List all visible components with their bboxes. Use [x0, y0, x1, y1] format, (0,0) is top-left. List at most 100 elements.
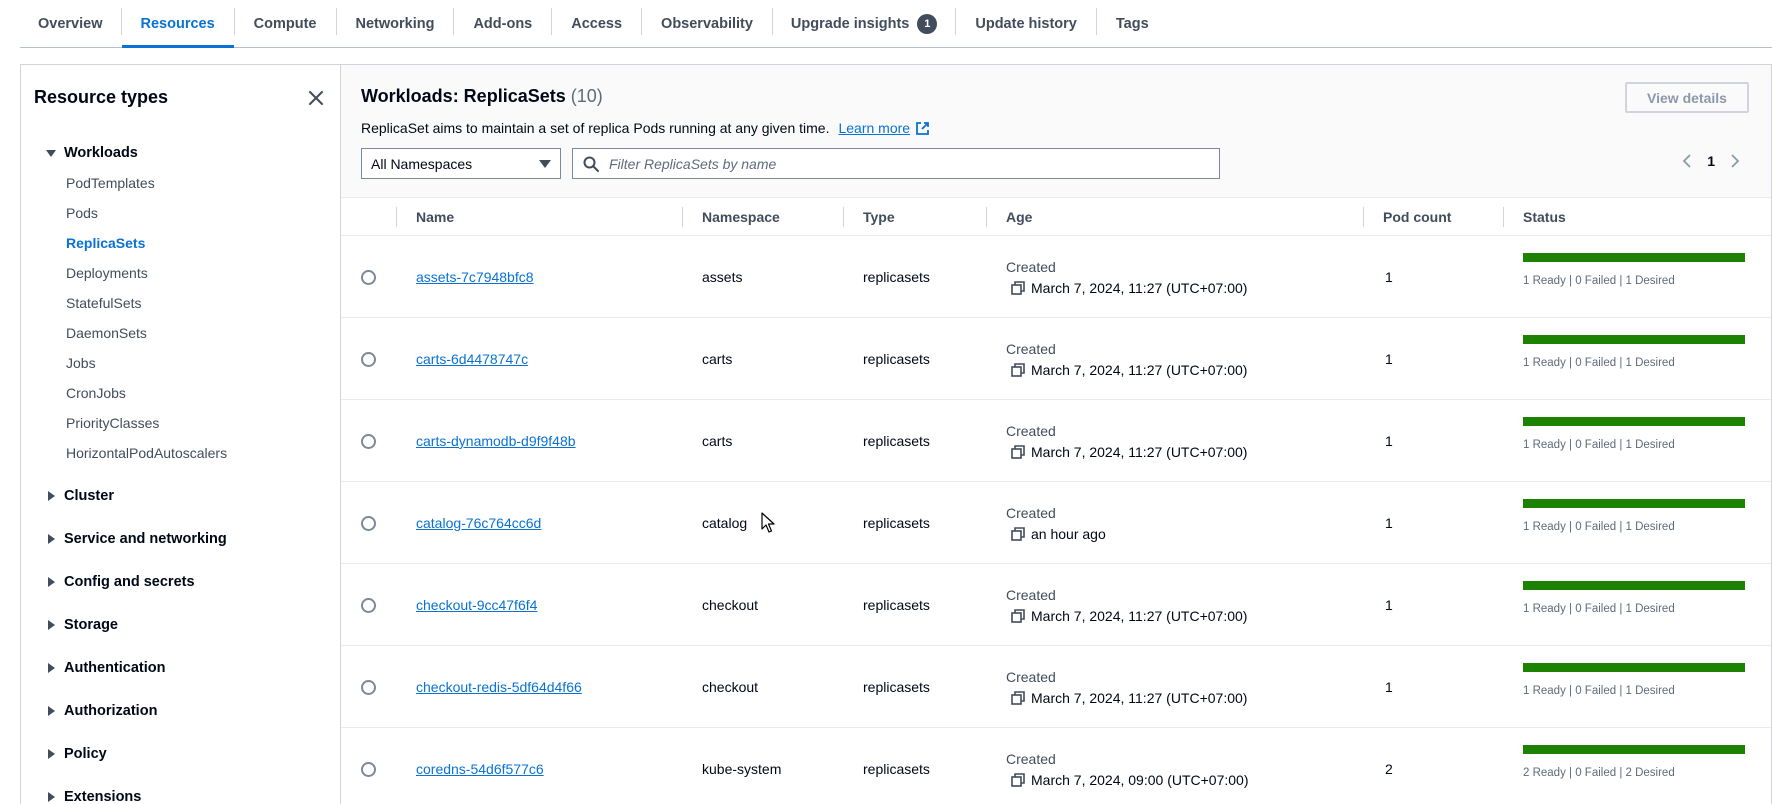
status-text: 1 Ready | 0 Failed | 1 Desired: [1523, 603, 1675, 615]
status-cell: 1 Ready | 0 Failed | 1 Desired: [1523, 417, 1745, 451]
type-cell: replicasets: [863, 433, 930, 449]
replicaset-link[interactable]: assets-7c7948bfc8: [416, 269, 534, 285]
age-date: March 7, 2024, 11:27 (UTC+07:00): [1006, 608, 1247, 624]
tab-add-ons[interactable]: Add-ons: [454, 0, 551, 47]
learn-more-link[interactable]: Learn more: [838, 120, 930, 136]
pod-count-cell: 1: [1385, 351, 1393, 367]
replicaset-link[interactable]: carts-6d4478747c: [416, 351, 528, 367]
table-row: carts-dynamodb-d9f9f48b carts replicasets C…: [341, 400, 1771, 482]
namespace-cell: catalog: [702, 515, 748, 531]
column-header-type[interactable]: Type: [863, 198, 895, 236]
status-progress-fill: [1523, 499, 1745, 508]
column-header-namespace[interactable]: Namespace: [702, 198, 780, 236]
age-cell: Created March 7, 2024, 11:27 (UTC+07:00): [1006, 318, 1247, 400]
tree-group-storage[interactable]: Storage: [46, 603, 340, 646]
tab-access[interactable]: Access: [552, 0, 641, 47]
replicasets-panel: Workloads: ReplicaSets (10) ReplicaSet a…: [340, 64, 1772, 804]
copy-icon[interactable]: [1011, 280, 1025, 295]
row-select-radio[interactable]: [361, 680, 376, 695]
tree-item-podtemplates[interactable]: PodTemplates: [66, 168, 340, 198]
tree-group-policy[interactable]: Policy: [46, 732, 340, 775]
tree-item-pods[interactable]: Pods: [66, 198, 340, 228]
age-cell: Created March 7, 2024, 11:27 (UTC+07:00): [1006, 564, 1247, 646]
row-select-radio[interactable]: [361, 352, 376, 367]
status-text: 1 Ready | 0 Failed | 1 Desired: [1523, 275, 1675, 287]
tree-item-deployments[interactable]: Deployments: [66, 258, 340, 288]
row-select-radio[interactable]: [361, 270, 376, 285]
tree-item-daemonsets[interactable]: DaemonSets: [66, 318, 340, 348]
search-input[interactable]: [609, 155, 1189, 172]
name-cell: checkout-redis-5df64d4f66: [416, 646, 582, 728]
view-details-button[interactable]: View details: [1625, 82, 1749, 113]
panel-header: Workloads: ReplicaSets (10) ReplicaSet a…: [341, 65, 1771, 197]
tree-group-label: Policy: [64, 745, 107, 762]
tree-group-workloads[interactable]: Workloads: [46, 143, 340, 163]
replicaset-link[interactable]: catalog-76c764cc6d: [416, 515, 541, 531]
row-select-radio[interactable]: [361, 516, 376, 531]
copy-icon[interactable]: [1011, 608, 1025, 623]
name-cell: assets-7c7948bfc8: [416, 236, 534, 318]
tab-label: Upgrade insights: [790, 15, 910, 32]
chevron-left-icon[interactable]: [1681, 153, 1693, 169]
tree-group-extensions[interactable]: Extensions: [46, 775, 340, 804]
tree-item-priorityclasses[interactable]: PriorityClasses: [66, 408, 340, 438]
tree-item-cronjobs[interactable]: CronJobs: [66, 378, 340, 408]
row-select-radio[interactable]: [361, 434, 376, 449]
tree-item-statefulsets[interactable]: StatefulSets: [66, 288, 340, 318]
tab-upgrade-insights[interactable]: Upgrade insights 1: [773, 0, 955, 47]
tree-group-authentication[interactable]: Authentication: [46, 646, 340, 689]
name-cell: catalog-76c764cc6d: [416, 482, 541, 564]
namespace-select[interactable]: All Namespaces: [361, 148, 561, 179]
tree-item-horizontalpodautoscalers[interactable]: HorizontalPodAutoscalers: [66, 438, 340, 468]
column-header-status[interactable]: Status: [1523, 198, 1566, 236]
page-title: Workloads: ReplicaSets (10): [361, 86, 603, 107]
tree-item-jobs[interactable]: Jobs: [66, 348, 340, 378]
tree-group-config-and-secrets[interactable]: Config and secrets: [46, 560, 340, 603]
copy-icon[interactable]: [1011, 690, 1025, 705]
tree-group-authorization[interactable]: Authorization: [46, 689, 340, 732]
copy-icon[interactable]: [1011, 444, 1025, 459]
search-box[interactable]: [572, 148, 1220, 179]
current-page[interactable]: 1: [1707, 153, 1715, 169]
status-text: 2 Ready | 0 Failed | 2 Desired: [1523, 767, 1675, 779]
replicaset-link[interactable]: checkout-redis-5df64d4f66: [416, 679, 582, 695]
pod-count-cell: 1: [1385, 433, 1393, 449]
status-progress-bar: [1523, 335, 1745, 344]
close-icon[interactable]: [307, 89, 325, 107]
column-header-age[interactable]: Age: [1006, 198, 1032, 236]
status-progress-bar: [1523, 253, 1745, 262]
status-text: 1 Ready | 0 Failed | 1 Desired: [1523, 685, 1675, 697]
column-header-pod-count[interactable]: Pod count: [1383, 198, 1451, 236]
age-date: March 7, 2024, 11:27 (UTC+07:00): [1006, 362, 1247, 378]
replicaset-link[interactable]: coredns-54d6f577c6: [416, 761, 544, 777]
copy-icon[interactable]: [1011, 772, 1025, 787]
replicaset-link[interactable]: carts-dynamodb-d9f9f48b: [416, 433, 576, 449]
table-row: carts-6d4478747c carts replicasets Created M…: [341, 318, 1771, 400]
tab-networking[interactable]: Networking: [337, 0, 454, 47]
copy-icon[interactable]: [1011, 362, 1025, 377]
age-label: Created: [1006, 504, 1056, 521]
name-cell: carts-dynamodb-d9f9f48b: [416, 400, 576, 482]
column-divider: [682, 207, 683, 227]
tree-group-service-and-networking[interactable]: Service and networking: [46, 517, 340, 560]
status-cell: 2 Ready | 0 Failed | 2 Desired: [1523, 745, 1745, 779]
tree-group-cluster[interactable]: Cluster: [46, 474, 340, 517]
row-select-radio[interactable]: [361, 762, 376, 777]
tab-tags[interactable]: Tags: [1097, 0, 1168, 47]
tree-item-replicasets[interactable]: ReplicaSets: [66, 228, 340, 258]
tab-observability[interactable]: Observability: [642, 0, 772, 47]
sidebar-title: Resource types: [34, 87, 169, 107]
copy-icon[interactable]: [1011, 526, 1025, 541]
tab-compute[interactable]: Compute: [235, 0, 336, 47]
table-row: catalog-76c764cc6d catalog replicasets Crea…: [341, 482, 1771, 564]
tab-overview[interactable]: Overview: [20, 0, 121, 47]
replicasets-table: Name Namespace Type Age Pod count Status asse…: [341, 197, 1771, 804]
tab-update-history[interactable]: Update history: [956, 0, 1096, 47]
tab-resources[interactable]: Resources: [121, 0, 234, 48]
row-select-radio[interactable]: [361, 598, 376, 613]
column-header-name[interactable]: Name: [416, 198, 454, 236]
replicaset-link[interactable]: checkout-9cc47f6f4: [416, 597, 537, 613]
pod-count-cell: 1: [1385, 269, 1393, 285]
chevron-right-icon[interactable]: [1729, 153, 1741, 169]
pod-count-cell: 1: [1385, 515, 1393, 531]
